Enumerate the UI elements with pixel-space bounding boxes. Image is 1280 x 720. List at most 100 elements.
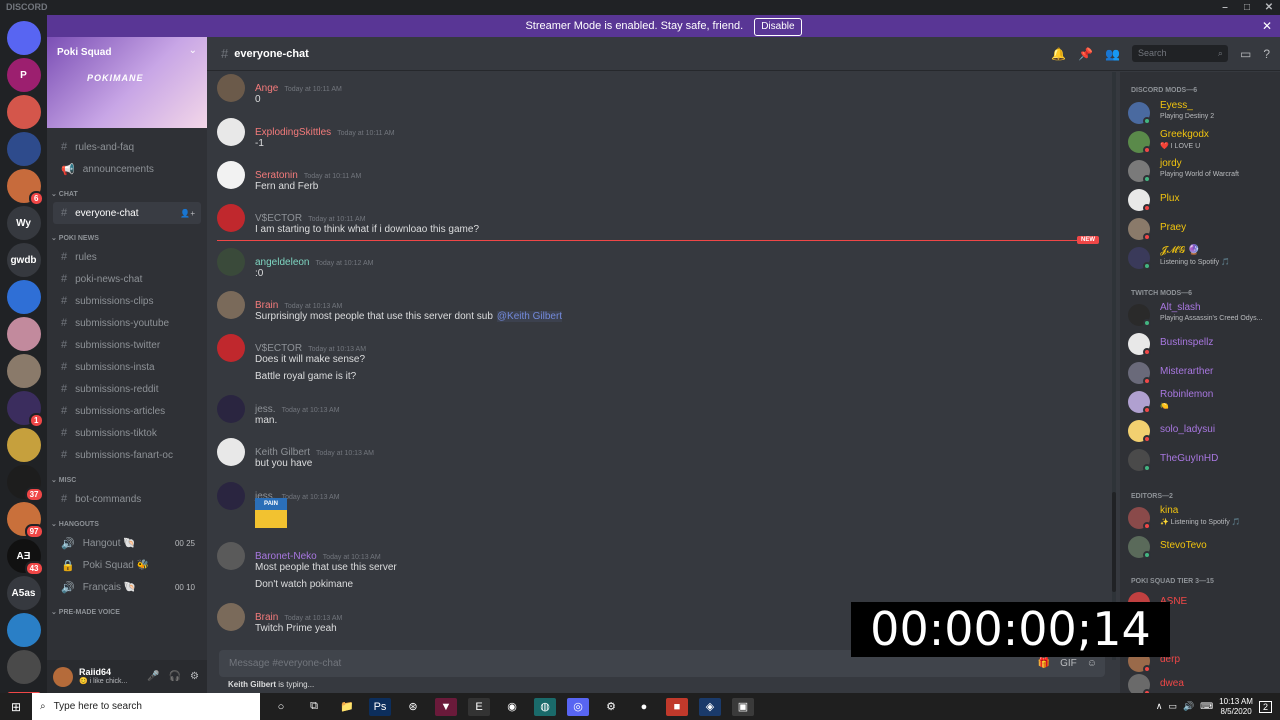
server-icon[interactable] (6, 132, 41, 166)
settings-gear-icon[interactable]: ⚙ (190, 671, 199, 682)
avatar[interactable] (217, 438, 245, 466)
volume-icon[interactable]: 🔊 (1183, 701, 1194, 712)
discord-taskbar-icon[interactable]: ◎ (567, 697, 589, 716)
message-author[interactable]: Baronet-Neko (255, 551, 317, 562)
avatar[interactable] (217, 248, 245, 276)
members-icon[interactable]: 👥 (1105, 47, 1120, 61)
member-item[interactable]: Greekgodx ❤️ I LOVE U (1128, 127, 1278, 155)
steam-icon[interactable]: ⚙ (600, 698, 622, 716)
taskbar-search-input[interactable]: ⌕ Type here to search (32, 693, 260, 720)
server-icon[interactable] (6, 21, 41, 55)
server-icon[interactable] (6, 280, 41, 314)
channel-item[interactable]: # submissions-fanart-oc (53, 444, 201, 466)
channel-item[interactable]: # rules-and-faq (53, 136, 201, 158)
epic-games-icon[interactable]: E (468, 697, 490, 716)
vegas-icon[interactable]: ▼ (435, 697, 457, 716)
channel-category[interactable]: ⌄ CHAT (47, 188, 207, 202)
member-item[interactable]: TheGuyInHD (1128, 445, 1278, 473)
avatar[interactable] (217, 118, 245, 146)
channel-item[interactable]: # submissions-reddit (53, 378, 201, 400)
member-item[interactable]: StevoTevo (1128, 532, 1278, 560)
app-teal-icon[interactable]: ◍ (534, 697, 556, 716)
member-item[interactable]: Praey (1128, 214, 1278, 242)
channel-category[interactable]: ⌄ HANGOUTS (47, 518, 207, 532)
message-author[interactable]: jess. (255, 404, 276, 415)
server-icon[interactable]: AƎ 43 (6, 539, 44, 576)
avatar[interactable] (53, 666, 73, 687)
message-author[interactable]: V$ECTOR (255, 343, 302, 354)
avatar[interactable] (217, 395, 245, 423)
close-window-button[interactable]: ✕ (1258, 0, 1280, 15)
microphone-icon[interactable]: 🎤 (147, 671, 159, 682)
emoji-icon[interactable]: ☺ (1087, 658, 1097, 669)
battery-icon[interactable]: ▭ (1168, 701, 1177, 712)
server-icon[interactable]: P (6, 58, 41, 92)
message-author[interactable]: Keith Gilbert (255, 447, 310, 458)
channel-item[interactable]: 📢 announcements (53, 158, 201, 180)
channel-category[interactable]: ⌄ MISC (47, 474, 207, 488)
help-icon[interactable]: ? (1263, 47, 1270, 61)
server-icon[interactable]: 1 (6, 391, 44, 428)
avatar[interactable] (217, 603, 245, 631)
member-item[interactable]: Plux (1128, 185, 1278, 213)
windows-start-icon[interactable]: ⊞ (0, 700, 32, 714)
server-icon[interactable] (6, 428, 41, 462)
pin-icon[interactable]: 📌 (1078, 47, 1093, 61)
server-icon[interactable] (6, 317, 41, 351)
photoshop-icon[interactable]: Ps (369, 697, 391, 716)
server-icon[interactable]: 37 (6, 465, 44, 502)
message-author[interactable]: Ange (255, 83, 278, 94)
channel-item[interactable]: 🔊 Hangout 🐚 00 25 (53, 532, 201, 554)
obs-icon[interactable]: ● (633, 698, 655, 716)
keyboard-icon[interactable]: ⌨ (1200, 701, 1213, 712)
avatar[interactable] (217, 482, 245, 510)
image-attachment[interactable]: PAIN (255, 498, 287, 528)
disable-streamer-mode-button[interactable]: Disable (754, 18, 802, 36)
cortana-icon[interactable]: ○ (270, 698, 292, 716)
minimize-button[interactable]: – (1214, 0, 1236, 15)
message-author[interactable]: Brain (255, 300, 278, 311)
avatar[interactable] (217, 291, 245, 319)
file-explorer-icon[interactable]: 📁 (336, 698, 358, 716)
member-item[interactable]: dwea (1128, 670, 1278, 693)
server-icon[interactable] (6, 95, 41, 129)
maximize-button[interactable]: □ (1236, 0, 1258, 15)
message-author[interactable]: Brain (255, 612, 278, 623)
user-mention[interactable]: @Keith Gilbert (496, 311, 563, 322)
member-item[interactable]: 𝓙𝓜𝓖 🔮 Listening to Spotify 🎵 (1128, 243, 1278, 271)
avatar[interactable] (217, 542, 245, 570)
edge-icon[interactable]: ◉ (501, 698, 523, 716)
member-item[interactable]: Alt_slash Playing Assassin's Creed Odys..… (1128, 300, 1278, 328)
chevron-down-icon[interactable]: ⌄ (189, 45, 197, 56)
channel-item[interactable]: # bot-commands (53, 488, 201, 510)
channel-item[interactable]: # everyone-chat 👤+ (53, 202, 201, 224)
gift-icon[interactable]: 🎁 (1038, 658, 1050, 669)
app-icon[interactable]: ⊛ (402, 698, 424, 716)
avatar[interactable] (217, 161, 245, 189)
channel-item[interactable]: # submissions-twitter (53, 334, 201, 356)
server-icon[interactable] (6, 650, 41, 684)
member-item[interactable]: solo_ladysui (1128, 416, 1278, 444)
avatar[interactable] (217, 74, 245, 102)
notification-icon[interactable]: 2 (1258, 700, 1272, 713)
server-icon[interactable]: A5as (6, 576, 41, 610)
task-view-icon[interactable]: ⧉ (303, 698, 325, 716)
message-author[interactable]: ExplodingSkittles (255, 127, 331, 138)
server-icon[interactable]: 6 (6, 169, 44, 206)
server-icon[interactable] (6, 613, 41, 647)
message-author[interactable]: angeldeleon (255, 257, 310, 268)
member-item[interactable]: jordy Playing World of Warcraft (1128, 156, 1278, 184)
app-red-icon[interactable]: ■ (666, 697, 688, 716)
channel-category[interactable]: ⌄ POKI NEWS (47, 232, 207, 246)
avatar[interactable] (217, 334, 245, 362)
close-banner-icon[interactable]: ✕ (1262, 15, 1272, 37)
message-scrollbar[interactable] (1112, 72, 1116, 660)
member-item[interactable]: Eyess_ Playing Destiny 2 (1128, 98, 1278, 126)
channel-item[interactable]: # submissions-tiktok (53, 422, 201, 444)
channel-item[interactable]: 🔒 Poki Squad 🐝 (53, 554, 201, 576)
message-author[interactable]: V$ECTOR (255, 213, 302, 224)
member-item[interactable]: kina ✨ Listening to Spotify 🎵 (1128, 503, 1278, 531)
headphones-icon[interactable]: 🎧 (169, 671, 181, 682)
guild-header[interactable]: Poki Squad POKIMANE ⌄ (47, 37, 207, 128)
channel-item[interactable]: # submissions-youtube (53, 312, 201, 334)
